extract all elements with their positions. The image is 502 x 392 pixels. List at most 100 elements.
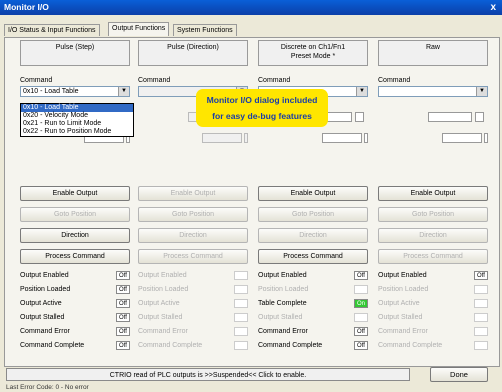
param-spin[interactable] <box>355 112 364 122</box>
direction-button[interactable]: Direction <box>138 228 248 243</box>
status-label: Output Stalled <box>378 314 423 321</box>
status-label: Position Loaded <box>138 286 189 293</box>
status-indicator <box>234 271 248 280</box>
enable-output-button[interactable]: Enable Output <box>20 186 130 201</box>
column-header: Raw <box>378 40 488 66</box>
param-spin[interactable] <box>484 133 488 143</box>
status-label: Output Active <box>138 300 180 307</box>
command-value: 0x10 - Load Table <box>23 88 79 95</box>
dropdown-option[interactable]: 0x20 - Velocity Mode <box>21 112 133 120</box>
status-label: Command Error <box>20 328 70 335</box>
status-indicator <box>234 299 248 308</box>
dropdown-option[interactable]: 0x22 - Run to Position Mode <box>21 128 133 136</box>
callout-line-1: Monitor I/O dialog included <box>206 95 318 105</box>
status-row: Command Error Off <box>258 327 370 337</box>
status-label: Command Complete <box>258 342 323 349</box>
window-title: Monitor I/O <box>4 2 49 12</box>
status-row: Output Enabled Off <box>258 271 370 281</box>
command-label: Command <box>378 77 411 84</box>
status-row: Output Stalled <box>378 313 490 323</box>
status-indicator <box>234 313 248 322</box>
column-header-text: Raw <box>425 44 440 51</box>
status-label: Output Enabled <box>138 272 187 279</box>
direction-button[interactable]: Direction <box>20 228 130 243</box>
status-row: Output Enabled Off <box>20 271 132 281</box>
process-command-button[interactable]: Process Command <box>138 249 248 264</box>
command-label: Command <box>258 77 291 84</box>
status-row: Command Error Off <box>20 327 132 337</box>
process-command-button[interactable]: Process Command <box>20 249 130 264</box>
status-row: Command Complete Off <box>258 341 370 351</box>
column-header-text: Discrete on Ch1/Fn1 Preset Mode * <box>280 44 346 60</box>
status-row: Command Error <box>138 327 250 337</box>
status-row: Command Complete <box>378 341 490 351</box>
param-field[interactable] <box>322 133 362 143</box>
goto-position-button[interactable]: Goto Position <box>378 207 488 222</box>
status-label: Output Active <box>20 300 62 307</box>
tab-output-functions[interactable]: Output Functions <box>108 22 170 36</box>
enable-output-button[interactable]: Enable Output <box>378 186 488 201</box>
done-button[interactable]: Done <box>430 367 488 382</box>
param-spin[interactable] <box>244 133 248 143</box>
callout-annotation: Monitor I/O dialog included for easy de-… <box>196 89 328 127</box>
close-icon[interactable]: x <box>490 0 496 15</box>
column-header-text: Pulse (Direction) <box>167 44 219 51</box>
status-row: Output Active <box>138 299 250 309</box>
dropdown-option[interactable]: 0x21 - Run to Limit Mode <box>21 120 133 128</box>
command-label: Command <box>138 77 171 84</box>
goto-position-button[interactable]: Goto Position <box>258 207 368 222</box>
param-spin[interactable] <box>364 133 368 143</box>
tab-system-functions[interactable]: System Functions <box>173 24 237 36</box>
status-indicator <box>474 313 488 322</box>
status-indicator <box>474 341 488 350</box>
status-label: Command Error <box>138 328 188 335</box>
command-label: Command <box>20 77 53 84</box>
param-field[interactable] <box>442 133 482 143</box>
status-row: Output Active <box>378 299 490 309</box>
goto-position-button[interactable]: Goto Position <box>138 207 248 222</box>
command-dropdown-list[interactable]: 0x10 - Load Table 0x20 - Velocity Mode 0… <box>20 103 134 137</box>
enable-output-button[interactable]: Enable Output <box>138 186 248 201</box>
status-row: Position Loaded <box>138 285 250 295</box>
direction-button[interactable]: Direction <box>258 228 368 243</box>
dropdown-option[interactable]: 0x10 - Load Table <box>21 104 133 112</box>
status-indicator <box>474 327 488 336</box>
status-label: Output Enabled <box>258 272 307 279</box>
direction-button[interactable]: Direction <box>378 228 488 243</box>
process-command-button[interactable]: Process Command <box>258 249 368 264</box>
status-row: Table Complete On <box>258 299 370 309</box>
status-row: Command Error <box>378 327 490 337</box>
process-command-button[interactable]: Process Command <box>378 249 488 264</box>
tab-io-status[interactable]: I/O Status & Input Functions <box>4 24 100 36</box>
status-label: Output Stalled <box>138 314 183 321</box>
chevron-down-icon[interactable]: ▼ <box>118 87 129 96</box>
chevron-down-icon[interactable]: ▼ <box>476 87 487 96</box>
plc-read-status-bar[interactable]: CTRIO read of PLC outputs is >>Suspended… <box>6 368 410 381</box>
param-field[interactable] <box>202 133 242 143</box>
column-header: Pulse (Step) <box>20 40 130 66</box>
status-indicator <box>234 341 248 350</box>
status-indicator: Off <box>354 327 368 336</box>
status-label: Command Error <box>258 328 308 335</box>
status-indicator <box>474 299 488 308</box>
status-indicator: Off <box>116 299 130 308</box>
chevron-down-icon[interactable]: ▼ <box>356 87 367 96</box>
status-row: Output Stalled <box>138 313 250 323</box>
status-label: Output Enabled <box>20 272 69 279</box>
command-select[interactable]: 0x10 - Load Table ▼ <box>20 86 130 97</box>
status-row: Position Loaded Off <box>20 285 132 295</box>
status-row: Output Stalled <box>258 313 370 323</box>
status-label: Command Complete <box>378 342 443 349</box>
status-row: Output Enabled <box>138 271 250 281</box>
enable-output-button[interactable]: Enable Output <box>258 186 368 201</box>
status-row: Output Active Off <box>20 299 132 309</box>
status-indicator <box>234 327 248 336</box>
status-indicator: Off <box>116 313 130 322</box>
goto-position-button[interactable]: Goto Position <box>20 207 130 222</box>
command-select[interactable]: ▼ <box>378 86 488 97</box>
param-spin[interactable] <box>475 112 484 122</box>
status-label: Table Complete <box>258 300 307 307</box>
param-field[interactable] <box>428 112 472 122</box>
status-indicator: Off <box>116 271 130 280</box>
column-header-text: Pulse (Step) <box>55 44 95 51</box>
